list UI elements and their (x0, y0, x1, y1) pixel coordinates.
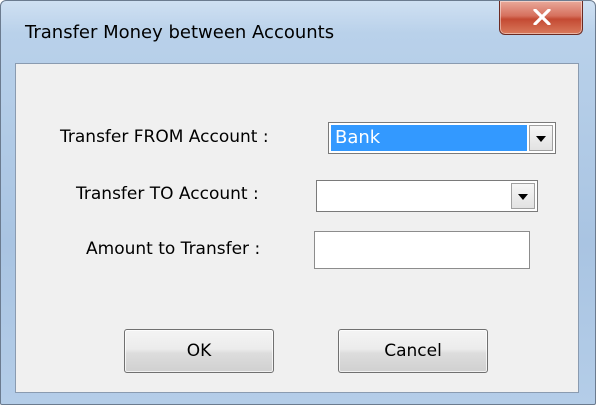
cancel-button[interactable]: Cancel (338, 329, 488, 373)
to-account-label: Transfer TO Account : (76, 184, 259, 204)
to-account-dropdown[interactable] (316, 180, 538, 212)
from-account-value: Bank (331, 125, 527, 151)
dialog-body: Transfer FROM Account : Bank Transfer TO… (15, 63, 579, 393)
to-account-dropdown-arrow[interactable] (511, 183, 535, 209)
from-account-dropdown[interactable]: Bank (328, 122, 556, 154)
close-button[interactable] (499, 1, 583, 35)
dialog-window: Transfer Money between Accounts Transfer… (0, 0, 596, 405)
from-account-dropdown-arrow[interactable] (529, 125, 553, 151)
from-account-label: Transfer FROM Account : (60, 127, 269, 147)
ok-button[interactable]: OK (124, 329, 274, 373)
amount-label: Amount to Transfer : (86, 239, 261, 259)
chevron-down-icon (536, 136, 546, 142)
close-icon (533, 9, 551, 25)
window-title: Transfer Money between Accounts (25, 22, 335, 43)
title-bar[interactable]: Transfer Money between Accounts (1, 1, 595, 63)
to-account-value (319, 183, 509, 209)
amount-input[interactable] (314, 231, 530, 269)
chevron-down-icon (518, 194, 528, 200)
